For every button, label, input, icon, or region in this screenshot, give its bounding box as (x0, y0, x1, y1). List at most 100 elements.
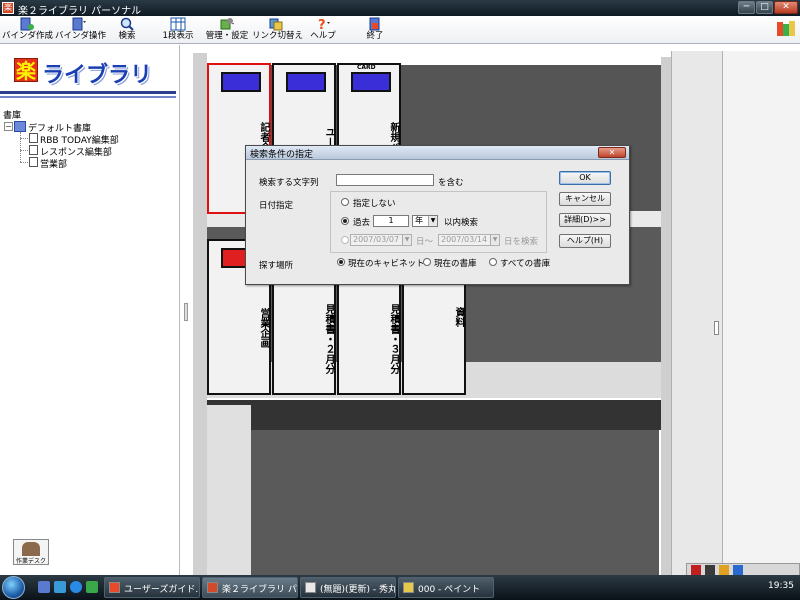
link-icon (269, 18, 283, 31)
day-separator-label: 日〜 (416, 237, 434, 247)
location-library-label: 現在の書庫 (434, 259, 477, 269)
tree-item-sales[interactable]: 営業部 (40, 157, 67, 170)
close-button[interactable]: ✕ (774, 1, 798, 14)
date-from-input[interactable]: 2007/03/07 ▼ (350, 234, 412, 246)
dialog-title: 検索条件の指定 (250, 150, 314, 160)
cabinet-icon (29, 157, 38, 167)
cabinet-icon (29, 133, 38, 143)
exit-button[interactable]: 終了 (360, 16, 390, 44)
location-all-label: すべての書庫 (500, 259, 551, 269)
app-icon: 楽 (2, 2, 14, 14)
date-from-value: 2007/03/07 (353, 235, 400, 244)
shelf-bottom-side (207, 405, 251, 575)
date-past-radio[interactable] (341, 217, 349, 225)
search-button[interactable]: 検索 (112, 16, 142, 44)
door-edge (661, 57, 671, 575)
title-bar: 楽 楽２ライブラリ パーソナル ─ □ ✕ (0, 0, 800, 17)
help-button[interactable]: ? ヘルプ (308, 16, 338, 44)
svg-text:?: ? (318, 18, 326, 31)
location-library-radio[interactable] (423, 258, 431, 266)
help-icon: ? (318, 18, 330, 31)
one-row-view-button[interactable]: 1段表示 (159, 16, 197, 44)
contains-label: を含む (438, 178, 464, 188)
ok-button[interactable]: OK (559, 171, 611, 185)
within-label: 以内検索 (444, 218, 479, 228)
browser-icon[interactable] (70, 581, 82, 593)
tree-collapse-icon[interactable]: − (4, 122, 13, 131)
binder-cap (221, 72, 261, 92)
cabinet-left-wall (193, 53, 207, 575)
binder-create-button[interactable]: バインダ作成 (2, 16, 53, 44)
date-to-value: 2007/03/14 (441, 235, 488, 244)
task-users-guide[interactable]: ユーザーズガイド... (104, 577, 200, 598)
app-logo: 楽 ライブラリ (0, 53, 176, 98)
shelf-board-edge (207, 400, 663, 430)
past-unit-select[interactable]: 年 ▼ (412, 215, 438, 227)
left-panel: 楽 ライブラリ 書庫 − デフォルト書庫 RBB TODAY編集部 レスポンス編… (0, 45, 180, 575)
location-cabinet-radio[interactable] (337, 258, 345, 266)
logo-stripe-secondary (0, 96, 176, 98)
task-hidemaru[interactable]: (無題)(更新) - 秀丸 (300, 577, 396, 598)
tool-icon[interactable] (719, 565, 729, 575)
task-paint[interactable]: 000 - ペイント (398, 577, 494, 598)
ime-icon[interactable] (691, 565, 701, 575)
binder-cap (351, 72, 391, 92)
settings-icon (220, 18, 234, 30)
past-amount-input[interactable]: 1 (373, 215, 409, 227)
tree-line (20, 132, 21, 162)
past-unit-value: 年 (415, 216, 423, 225)
binder-title: 見積書・２月分 (323, 304, 334, 374)
location-label: 探す場所 (259, 261, 294, 271)
shelf-back-bottom (249, 430, 659, 575)
pdf-icon (109, 582, 120, 593)
window-title: 楽２ライブラリ パーソナル (18, 6, 142, 17)
minimize-button[interactable]: ─ (738, 1, 755, 14)
task-library-app[interactable]: 楽２ライブラリ パ... (202, 577, 298, 598)
dropdown-arrow-icon: ▼ (490, 235, 499, 245)
dialog-help-button[interactable]: ヘルプ(H) (559, 234, 611, 248)
door-handle[interactable] (714, 321, 719, 335)
work-desk-button[interactable]: 作業デスク (13, 539, 49, 565)
search-string-label: 検索する文字列 (259, 178, 319, 188)
dialog-close-button[interactable]: ✕ (598, 147, 626, 158)
input-mode-icon[interactable] (705, 565, 715, 575)
media-icon[interactable] (86, 581, 98, 593)
dialog-title-bar[interactable]: 検索条件の指定 ✕ (246, 146, 629, 160)
search-dialog: 検索条件の指定 ✕ 検索する文字列 を含む 日付指定 指定しない 過去 1 年 … (245, 145, 630, 285)
binder-title: 営業企画 (258, 308, 269, 348)
date-to-input[interactable]: 2007/03/14 ▼ (438, 234, 500, 246)
panel-splitter[interactable] (181, 45, 193, 575)
show-desktop-icon[interactable] (38, 581, 50, 593)
dropdown-arrow-icon: ▼ (402, 235, 411, 245)
app-icon (207, 582, 218, 593)
library-shelf-icon[interactable] (776, 20, 796, 38)
binder-create-icon (20, 17, 34, 31)
date-range-radio[interactable] (341, 236, 349, 244)
tree-root-label: 書庫 (3, 111, 22, 121)
help-tray-icon[interactable] (733, 565, 743, 575)
binder-ops-button[interactable]: バインダ操作 (55, 16, 106, 44)
maximize-button[interactable]: □ (756, 1, 773, 14)
details-button[interactable]: 詳細(D)>> (559, 213, 611, 227)
day-search-label: 日を検索 (504, 237, 539, 247)
search-icon (120, 17, 134, 31)
switch-windows-icon[interactable] (54, 581, 66, 593)
binder-card-label: CARD (357, 64, 376, 71)
clock[interactable]: 19:35 (768, 581, 794, 591)
start-button[interactable] (2, 576, 25, 599)
logo-stripe (0, 91, 176, 94)
search-string-input[interactable] (336, 174, 434, 186)
cabinet-icon (29, 145, 38, 155)
cancel-button[interactable]: キャンセル (559, 192, 611, 206)
splitter-grip[interactable] (184, 303, 188, 321)
cabinet-right-area (723, 51, 800, 575)
date-none-radio[interactable] (341, 198, 349, 206)
link-switch-button[interactable]: リンク切替え (252, 16, 303, 44)
location-all-radio[interactable] (489, 258, 497, 266)
grid-icon (170, 17, 186, 31)
exit-door-icon (369, 17, 380, 31)
admin-settings-button[interactable]: 管理・設定 (205, 16, 249, 44)
binder-title: 資料 (453, 307, 464, 327)
toolbar: バインダ作成 バインダ操作 検索 1段表示 管理・設定 リンク切替え ? ヘルプ… (0, 16, 800, 44)
dropdown-arrow-icon: ▼ (428, 216, 437, 226)
